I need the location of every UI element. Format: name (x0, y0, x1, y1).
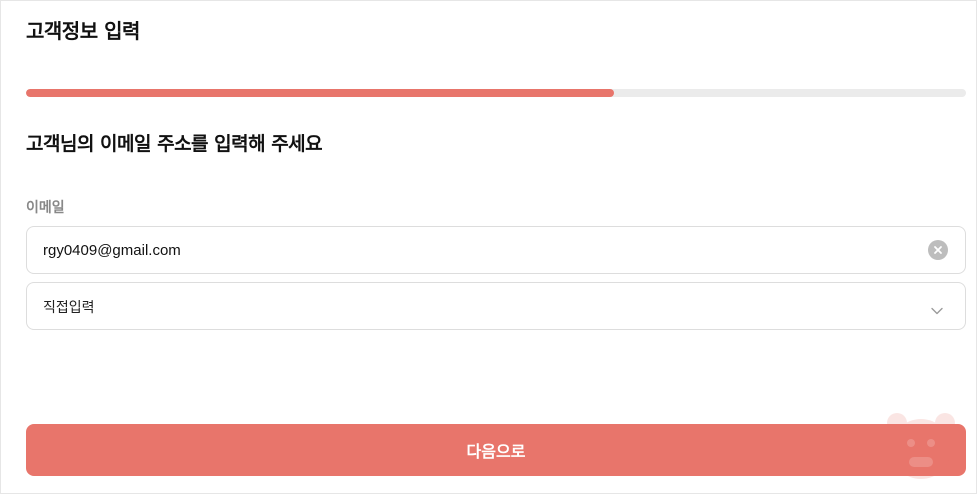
email-domain-select-value: 직접입력 (43, 300, 95, 316)
email-domain-select[interactable]: 직접입력 (26, 282, 966, 330)
form-panel: 고객정보 입력 고객님의 이메일 주소를 입력해 주세요 이메일 직접입력 다음… (0, 0, 977, 494)
email-label: 이메일 (26, 200, 65, 216)
page-title: 고객정보 입력 (26, 19, 140, 43)
progress-bar (26, 89, 966, 97)
chevron-down-icon (931, 300, 943, 319)
next-button[interactable]: 다음으로 (26, 424, 966, 476)
question-heading: 고객님의 이메일 주소를 입력해 주세요 (26, 133, 323, 155)
email-field-wrapper (26, 226, 966, 274)
email-input[interactable] (27, 227, 917, 273)
progress-fill (26, 89, 614, 97)
clear-icon[interactable] (928, 240, 948, 260)
